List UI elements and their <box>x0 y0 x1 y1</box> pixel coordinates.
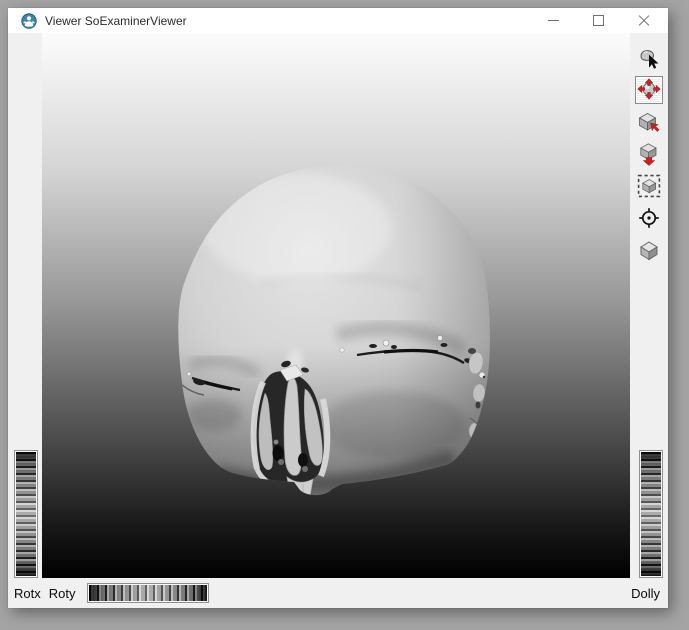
dolly-label: Dolly <box>631 586 660 601</box>
bottom-bar: Rotx Roty Dolly <box>8 578 668 608</box>
cube-dashed-marquee-icon <box>637 174 661 198</box>
roty-thumbwheel[interactable] <box>87 583 209 603</box>
set-home-button[interactable] <box>635 140 663 168</box>
cursor-arrow-cube-icon <box>637 46 661 70</box>
roty-thumbwheel-ridges <box>89 585 207 601</box>
head-model-render <box>42 33 630 578</box>
dolly-thumbwheel[interactable] <box>639 450 663 578</box>
maximize-icon <box>593 15 604 26</box>
rotx-label: Rotx <box>14 586 41 601</box>
viewport-canvas[interactable] <box>42 33 630 578</box>
title-bar: Viewer SoExaminerViewer <box>8 8 668 33</box>
crosshair-icon <box>637 206 661 230</box>
pick-mode-button[interactable] <box>635 44 663 72</box>
viewer-toolbar <box>632 44 666 264</box>
roty-label: Roty <box>49 586 76 601</box>
red-rotate-arrows-sphere-icon <box>637 78 661 102</box>
camera-type-button[interactable] <box>635 236 663 264</box>
rotx-thumbwheel[interactable] <box>14 450 38 578</box>
rotx-thumbwheel-ridges <box>16 452 36 576</box>
minimize-button[interactable] <box>531 8 576 33</box>
gray-cube-icon <box>637 238 661 262</box>
cube-red-down-arrow-icon <box>637 142 661 166</box>
seek-button[interactable] <box>635 204 663 232</box>
window-title: Viewer SoExaminerViewer <box>45 14 187 28</box>
close-button[interactable] <box>621 8 666 33</box>
cube-red-arrow-icon <box>637 110 661 134</box>
window-controls <box>531 8 666 33</box>
home-button[interactable] <box>635 108 663 136</box>
app-icon <box>21 13 37 29</box>
viewer-window: Viewer SoExaminerViewer <box>8 8 668 608</box>
close-icon <box>638 15 650 27</box>
minimize-icon <box>548 20 559 21</box>
desktop: { "window": { "title": "Viewer SoExamine… <box>0 0 689 630</box>
view-mode-button[interactable] <box>635 76 663 104</box>
view-all-button[interactable] <box>635 172 663 200</box>
maximize-button[interactable] <box>576 8 621 33</box>
dolly-thumbwheel-ridges <box>641 452 661 576</box>
